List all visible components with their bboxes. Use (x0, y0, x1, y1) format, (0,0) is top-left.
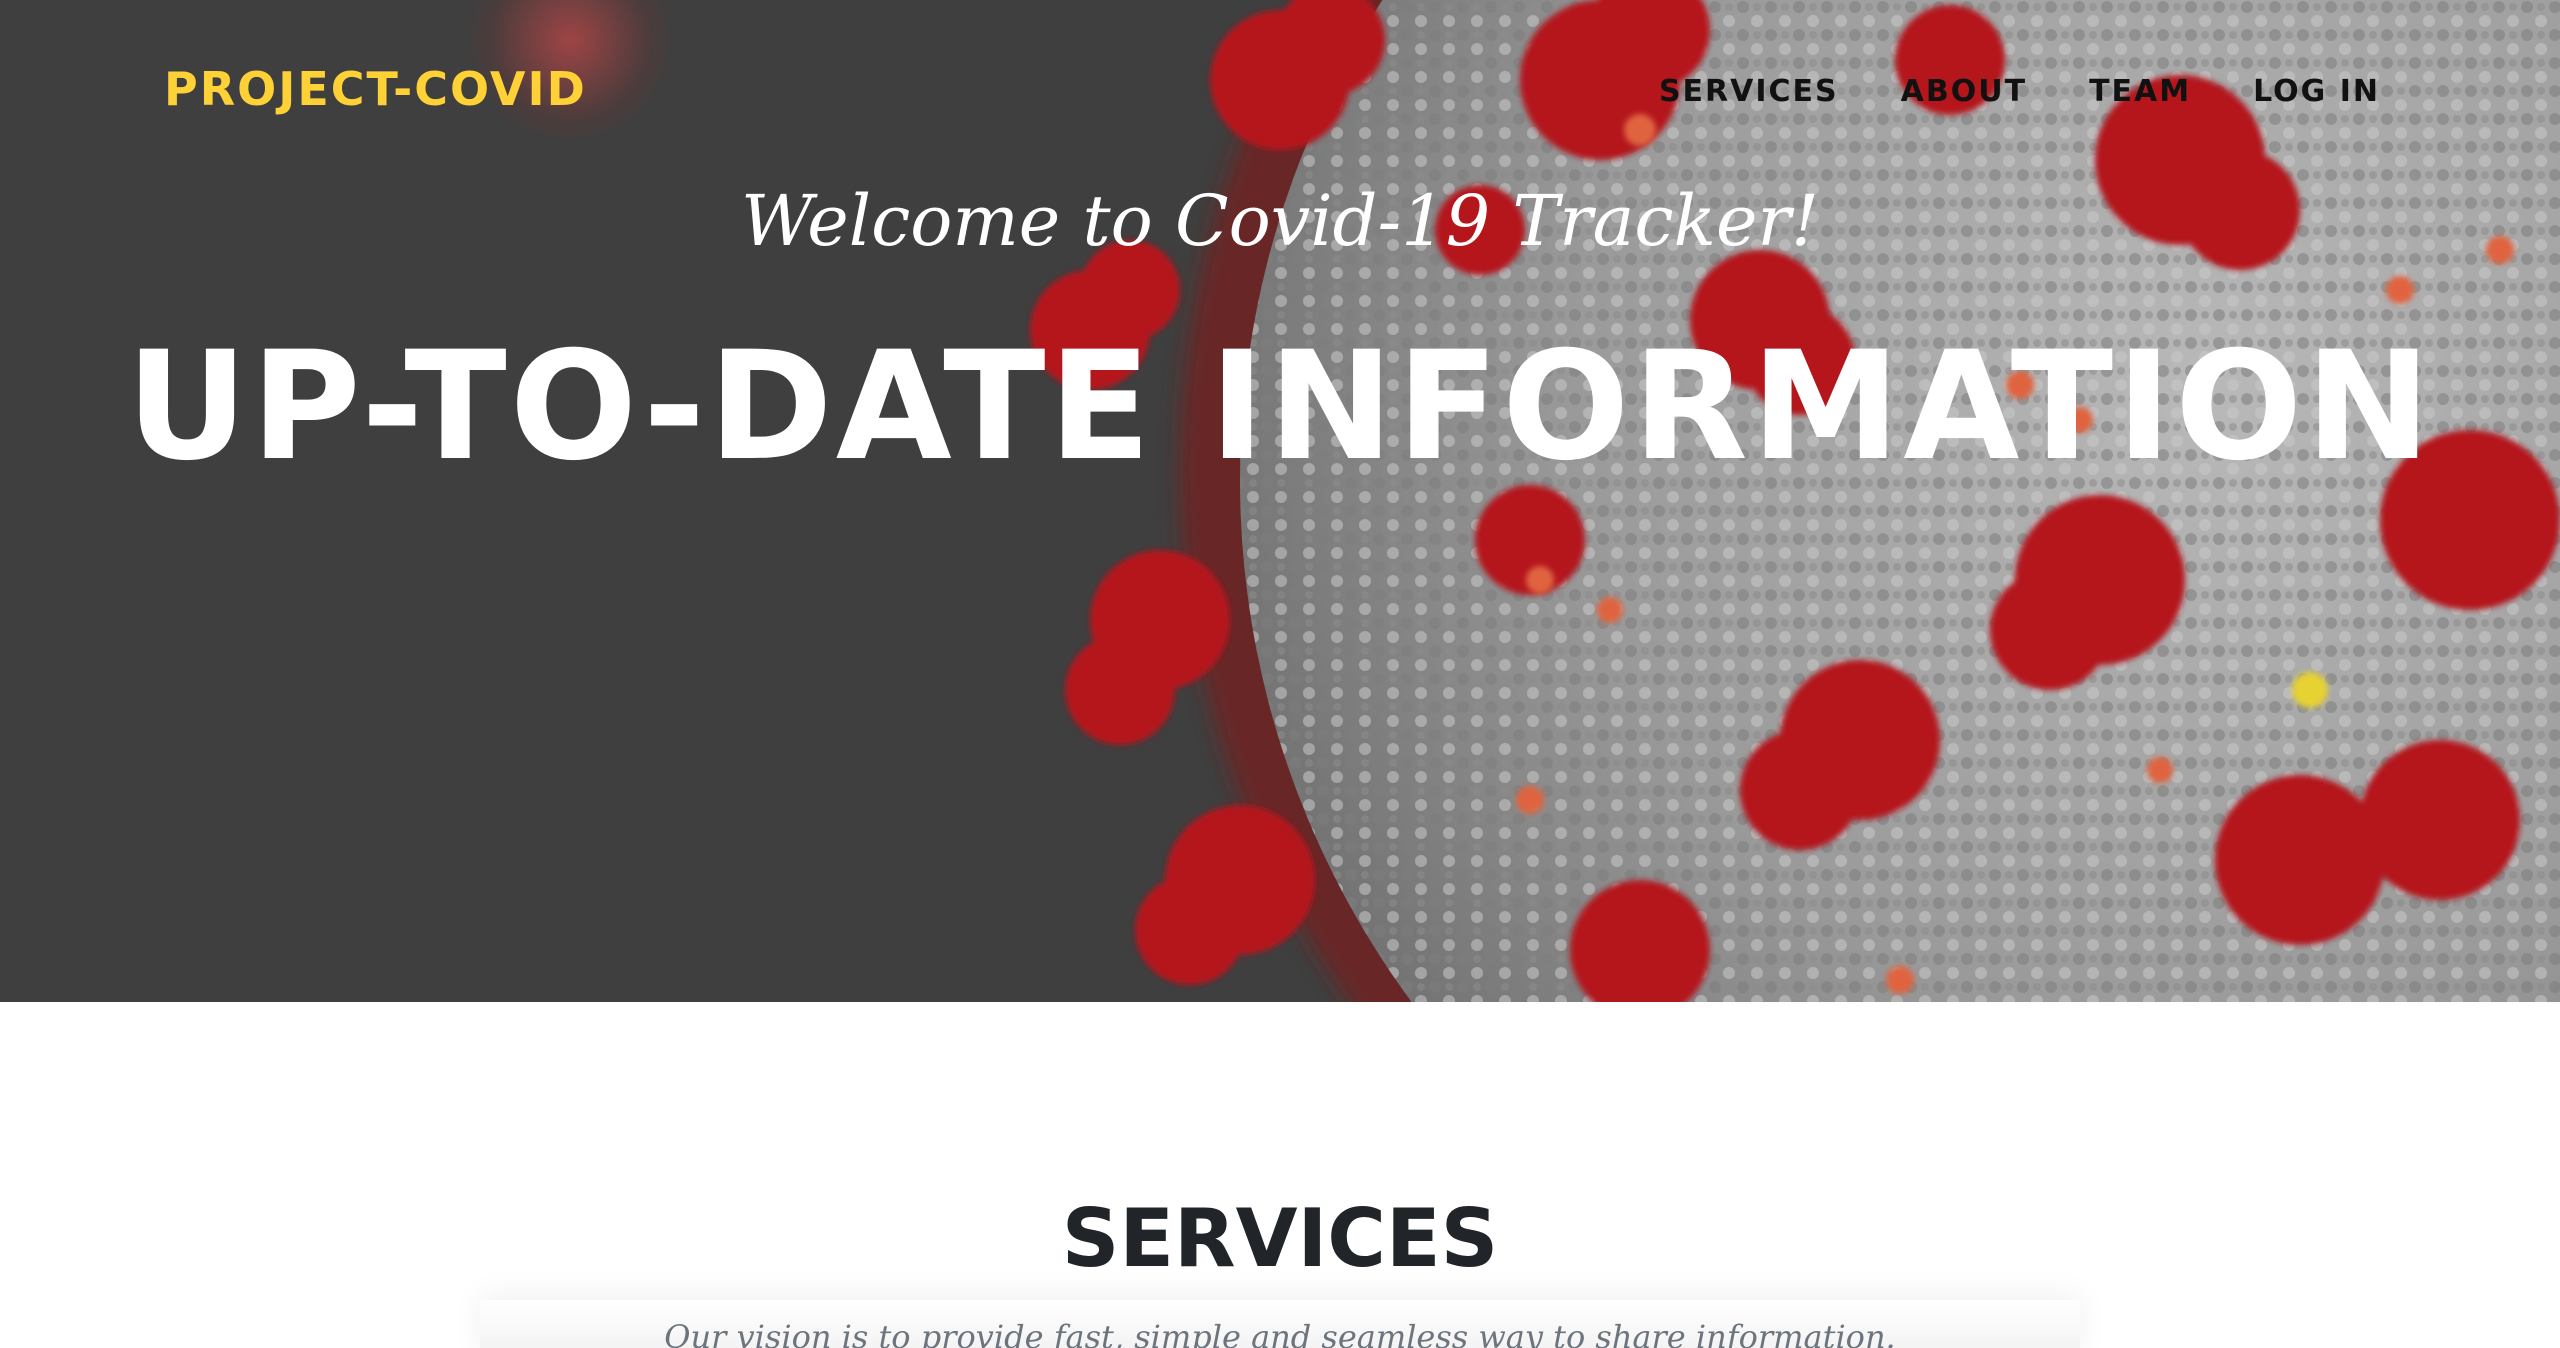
hero-section: PROJECT-COVID SERVICES ABOUT TEAM LOG IN… (0, 0, 2560, 1002)
hero-welcome-text: Welcome to Covid-19 Tracker! (741, 180, 1819, 262)
services-subtitle: Our vision is to provide fast, simple an… (664, 1318, 1896, 1348)
nav-item-team[interactable]: TEAM (2089, 74, 2191, 109)
top-navigation: SERVICES ABOUT TEAM LOG IN (1659, 74, 2380, 109)
nav-item-about[interactable]: ABOUT (1901, 74, 2027, 109)
brand-logo[interactable]: PROJECT-COVID (164, 62, 587, 116)
hero-headline: UP-TO-DATE INFORMATION (126, 320, 2434, 494)
nav-item-services[interactable]: SERVICES (1659, 74, 1839, 109)
nav-item-login[interactable]: LOG IN (2253, 74, 2380, 109)
services-title: SERVICES (1061, 1192, 1499, 1285)
coronavirus-image (0, 0, 2560, 1002)
